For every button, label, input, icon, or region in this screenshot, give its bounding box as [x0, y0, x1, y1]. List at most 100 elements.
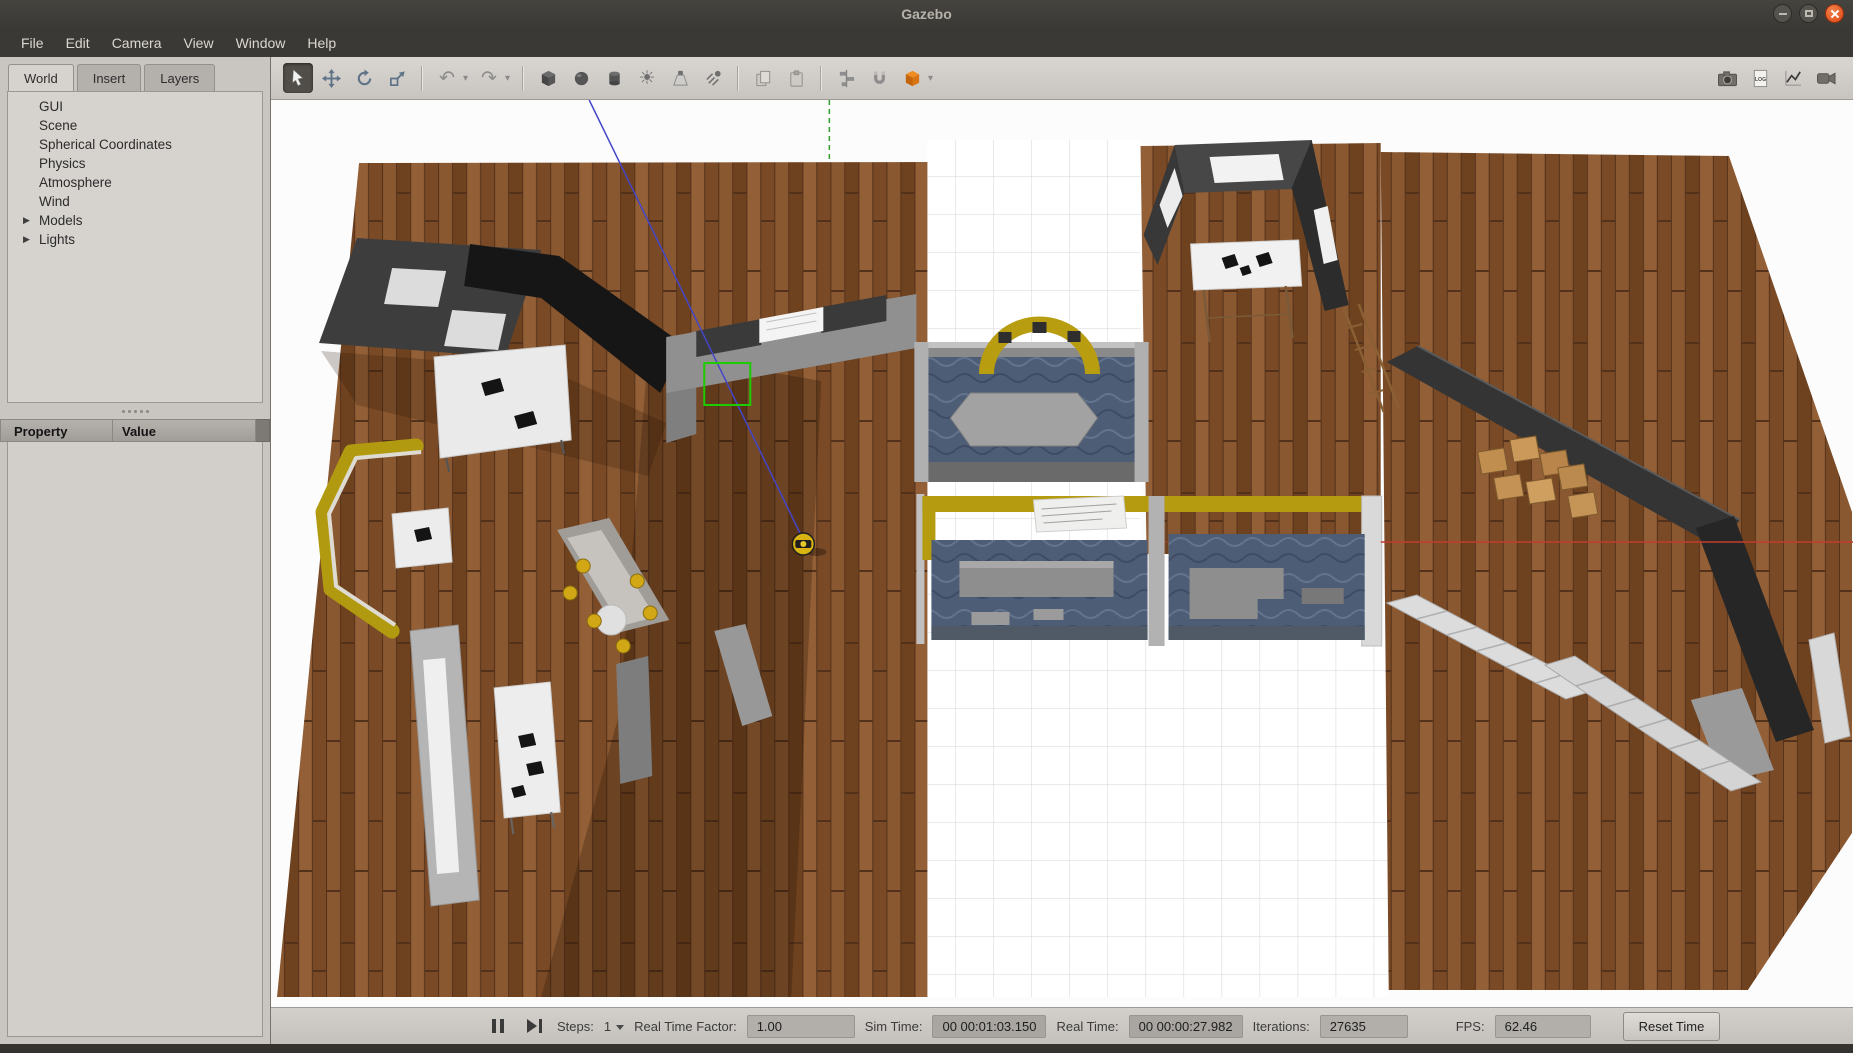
pause-button[interactable]	[485, 1013, 511, 1039]
sphere-icon	[572, 69, 591, 88]
plot-utility-button[interactable]	[1778, 63, 1808, 93]
tab-world[interactable]: World	[8, 64, 74, 91]
svg-text:LOG: LOG	[1754, 76, 1765, 82]
toolbar-separator	[820, 66, 822, 91]
spot-light-button[interactable]	[665, 63, 695, 93]
fps-field[interactable]: 62.46	[1495, 1015, 1591, 1038]
paste-button[interactable]	[781, 63, 811, 93]
log-file-icon: LOG	[1751, 69, 1770, 88]
tree-item-gui[interactable]: GUI	[8, 97, 262, 116]
video-record-button[interactable]	[1811, 63, 1841, 93]
panel-splitter[interactable]	[0, 403, 270, 419]
sim-time-field[interactable]: 00 00:01:03.150	[932, 1015, 1046, 1038]
tree-item-label: Spherical Coordinates	[39, 137, 172, 152]
screenshot-button[interactable]	[1712, 63, 1742, 93]
tree-item-label: GUI	[39, 99, 63, 114]
tree-item-wind[interactable]: Wind	[8, 192, 262, 211]
tree-item-models[interactable]: ▶ Models	[8, 211, 262, 230]
snap-tool-button[interactable]	[864, 63, 894, 93]
rotate-tool-button[interactable]	[349, 63, 379, 93]
tree-item-lights[interactable]: ▶Lights	[8, 230, 262, 249]
menu-help[interactable]: Help	[296, 30, 347, 56]
tree-item-physics[interactable]: Physics	[8, 154, 262, 173]
property-column-header[interactable]: Property	[0, 419, 113, 442]
insert-cylinder-button[interactable]	[599, 63, 629, 93]
minimize-button[interactable]	[1773, 4, 1792, 23]
window-buttons	[1773, 4, 1844, 23]
worktable-3[interactable]	[494, 682, 560, 834]
spot-light-icon	[671, 69, 690, 88]
cube-icon	[539, 69, 558, 88]
steps-stepper[interactable]: 1	[604, 1019, 624, 1034]
minimize-icon	[1779, 13, 1787, 15]
directional-light-button[interactable]	[698, 63, 728, 93]
tree-item-spherical-coordinates[interactable]: Spherical Coordinates	[8, 135, 262, 154]
camera-icon	[1717, 69, 1738, 88]
room-divider-wall	[1149, 496, 1165, 646]
pause-icon	[492, 1019, 504, 1033]
3d-scene[interactable]	[271, 100, 1853, 1007]
real-time-factor-field[interactable]: 1.00	[747, 1015, 855, 1038]
undo-button[interactable]: ↶	[432, 63, 462, 93]
redo-button[interactable]: ↷	[474, 63, 504, 93]
tree-item-atmosphere[interactable]: Atmosphere	[8, 173, 262, 192]
tab-layers[interactable]: Layers	[144, 64, 215, 91]
translate-icon	[322, 69, 341, 88]
lobby-room[interactable]	[914, 342, 1148, 482]
insert-box-button[interactable]	[533, 63, 563, 93]
status-bar: Steps: 1 Real Time Factor: 1.00 Sim Time…	[271, 1007, 1853, 1044]
menu-edit[interactable]: Edit	[55, 30, 101, 56]
data-logger-button[interactable]: LOG	[1745, 63, 1775, 93]
steps-dropdown-icon	[616, 1025, 624, 1030]
menu-window[interactable]: Window	[225, 30, 297, 56]
real-time-label: Real Time:	[1056, 1019, 1118, 1034]
close-button[interactable]	[1825, 4, 1844, 23]
render-toolbar: ↶ ▾ ↷ ▾ ☀	[271, 57, 1853, 100]
maximize-button[interactable]	[1799, 4, 1818, 23]
world-tree: GUI Scene Spherical Coordinates Physics …	[7, 91, 263, 403]
redo-history-dropdown[interactable]: ▾	[502, 73, 513, 84]
toolbar-separator	[737, 66, 739, 91]
render-viewport[interactable]	[271, 100, 1853, 1007]
tree-item-label: Wind	[39, 194, 70, 209]
menu-view[interactable]: View	[172, 30, 224, 56]
copy-button[interactable]	[748, 63, 778, 93]
menu-camera[interactable]: Camera	[101, 30, 173, 56]
tree-item-label: Models	[39, 213, 83, 228]
select-tool-button[interactable]	[283, 63, 313, 93]
scale-icon	[388, 69, 407, 88]
directional-light-icon	[704, 69, 723, 88]
translate-tool-button[interactable]	[316, 63, 346, 93]
plot-icon	[1784, 69, 1803, 88]
point-light-button[interactable]: ☀	[632, 63, 662, 93]
property-table-header: Property Value	[0, 419, 270, 442]
copy-icon	[754, 69, 773, 88]
align-tool-button[interactable]	[831, 63, 861, 93]
tree-item-scene[interactable]: Scene	[8, 116, 262, 135]
tree-item-label: Atmosphere	[39, 175, 112, 190]
window-title: Gazebo	[901, 6, 952, 22]
view-angle-button[interactable]	[897, 63, 927, 93]
real-time-factor-label: Real Time Factor:	[634, 1019, 737, 1034]
iterations-label: Iterations:	[1253, 1019, 1310, 1034]
insert-sphere-button[interactable]	[566, 63, 596, 93]
menu-file[interactable]: File	[10, 30, 55, 56]
view-angle-dropdown[interactable]: ▾	[925, 73, 936, 84]
step-button[interactable]	[521, 1013, 547, 1039]
expand-arrow-icon[interactable]: ▶	[23, 215, 30, 226]
undo-history-dropdown[interactable]: ▾	[460, 73, 471, 84]
expand-arrow-icon[interactable]: ▶	[23, 234, 30, 245]
rotate-icon	[355, 69, 374, 88]
iterations-field[interactable]: 27635	[1320, 1015, 1408, 1038]
toolbar-separator	[522, 66, 524, 91]
worktable-2[interactable]	[392, 508, 452, 568]
real-time-field[interactable]: 00 00:00:27.982	[1129, 1015, 1243, 1038]
scale-tool-button[interactable]	[382, 63, 412, 93]
tab-insert[interactable]: Insert	[77, 64, 142, 91]
maximize-icon	[1805, 10, 1813, 17]
magnet-icon	[870, 69, 889, 88]
tree-item-label: Scene	[39, 118, 77, 133]
reset-time-button[interactable]: Reset Time	[1623, 1012, 1721, 1041]
video-camera-icon	[1816, 69, 1837, 88]
value-column-header[interactable]: Value	[113, 419, 256, 442]
